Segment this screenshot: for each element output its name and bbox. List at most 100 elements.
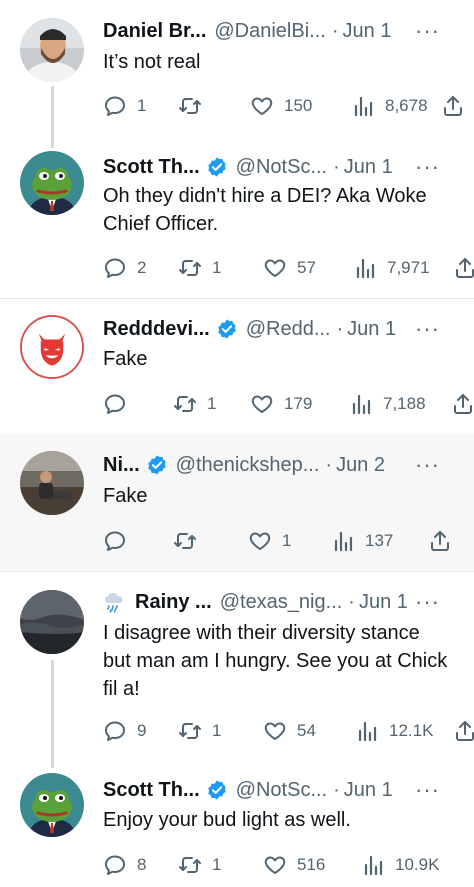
user-handle[interactable]: @DanielBi... (214, 20, 325, 43)
tweet-date[interactable]: Jun 1 (343, 20, 392, 43)
more-options-icon[interactable]: ··· (415, 154, 440, 180)
retweet-button[interactable]: 1 (178, 851, 221, 879)
retweet-icon (179, 98, 201, 114)
retweet-icon (174, 396, 196, 412)
like-button[interactable]: 150 (250, 92, 312, 120)
views-button[interactable]: 8,678 (351, 92, 428, 120)
avatar[interactable] (20, 315, 84, 379)
reply-icon (105, 531, 125, 551)
retweet-icon (174, 533, 196, 549)
verified-badge-icon (207, 157, 226, 177)
verified-badge-icon (207, 780, 226, 800)
heart-icon (249, 532, 271, 550)
analytics-bars-icon (364, 855, 383, 876)
share-button[interactable] (428, 527, 452, 555)
views-button[interactable]: 7,971 (353, 254, 430, 282)
user-handle[interactable]: @thenickshep... (176, 454, 320, 477)
tweet-actions: 1 150 8,678 (103, 92, 474, 120)
tweet-header: Redddevi... @Redd... · Jun 1 ··· (103, 316, 462, 342)
retweet-button[interactable] (178, 92, 212, 120)
user-handle[interactable]: @NotSc... (236, 779, 327, 802)
tweet-text: I disagree with their diversity stance b… (103, 622, 448, 700)
display-name[interactable]: Daniel Br... (103, 20, 206, 43)
display-name[interactable]: Rainy ... (135, 591, 212, 614)
views-button[interactable]: 137 (331, 527, 393, 555)
reply-button[interactable] (103, 527, 137, 555)
more-options-icon[interactable]: ··· (415, 316, 440, 342)
share-icon (444, 96, 462, 116)
tweet-actions: 1 179 7,188 (103, 390, 474, 418)
display-name[interactable]: Scott Th... (103, 779, 200, 802)
more-options-icon[interactable]: ··· (415, 18, 440, 44)
views-button[interactable]: 7,188 (349, 390, 426, 418)
views-button[interactable]: 12.1K (355, 717, 433, 745)
avatar[interactable] (20, 590, 84, 654)
reply-feed: Daniel Br... @DanielBi... · Jun 1 ··· It… (0, 0, 474, 887)
retweet-count: 1 (212, 258, 222, 277)
avatar[interactable] (20, 151, 84, 215)
tweet-text: Oh they didn't hire a DEI? Aka Woke Chie… (103, 185, 427, 235)
reply-button[interactable]: 9 (103, 717, 146, 745)
display-name[interactable]: Ni... (103, 454, 140, 477)
tweet[interactable]: Scott Th... @NotSc... · Jun 1 ··· Oh the… (0, 148, 474, 298)
avatar[interactable] (20, 18, 84, 82)
tweet[interactable]: Daniel Br... @DanielBi... · Jun 1 ··· It… (0, 0, 474, 148)
tweet[interactable]: Scott Th... @NotSc... · Jun 1 ··· Enjoy … (0, 768, 474, 887)
reply-button[interactable]: 2 (103, 254, 146, 282)
reply-button[interactable] (103, 390, 137, 418)
like-count: 54 (297, 721, 316, 740)
tweet-date[interactable]: Jun 1 (359, 591, 408, 614)
like-button[interactable]: 1 (248, 527, 291, 555)
like-button[interactable]: 179 (250, 390, 312, 418)
retweet-icon (179, 723, 201, 739)
share-icon (431, 531, 449, 551)
tweet-date[interactable]: Jun 1 (344, 156, 393, 179)
tweet[interactable]: Rainy ... @texas_nig... · Jun 1 ··· I di… (0, 572, 474, 768)
analytics-bars-icon (352, 394, 371, 415)
tweet-date[interactable]: Jun 1 (347, 318, 396, 341)
tweet-actions: 2 1 57 7,971 (103, 254, 474, 282)
retweet-icon (179, 260, 201, 276)
reply-count: 9 (137, 721, 147, 740)
reply-count: 1 (137, 96, 147, 115)
reply-button[interactable]: 1 (103, 92, 146, 120)
more-options-icon[interactable]: ··· (415, 589, 440, 615)
view-count: 12.1K (389, 721, 434, 740)
share-button[interactable] (453, 717, 474, 745)
reply-button[interactable]: 8 (103, 851, 146, 879)
tweet-text: It’s not real (103, 51, 201, 73)
verified-badge-icon (217, 319, 236, 339)
avatar[interactable] (20, 773, 84, 837)
reply-icon (105, 721, 125, 741)
like-count: 1 (282, 531, 292, 550)
tweet-date[interactable]: Jun 2 (336, 454, 385, 477)
like-button[interactable]: 57 (263, 254, 316, 282)
retweet-button[interactable]: 1 (178, 717, 221, 745)
share-button[interactable] (451, 390, 474, 418)
views-button[interactable]: 10.9K (361, 851, 439, 879)
retweet-button[interactable]: 1 (178, 254, 221, 282)
display-name[interactable]: Scott Th... (103, 156, 200, 179)
like-count: 516 (297, 855, 326, 874)
more-options-icon[interactable]: ··· (415, 777, 440, 803)
avatar[interactable] (20, 451, 84, 515)
user-handle[interactable]: @NotSc... (236, 156, 327, 179)
heart-icon (264, 259, 286, 277)
share-button[interactable] (441, 92, 465, 120)
like-button[interactable]: 54 (263, 717, 316, 745)
share-button[interactable] (453, 254, 474, 282)
display-name[interactable]: Redddevi... (103, 318, 210, 341)
heart-icon (264, 856, 286, 874)
user-handle[interactable]: @Redd... (246, 318, 331, 341)
retweet-button[interactable] (173, 527, 207, 555)
more-options-icon[interactable]: ··· (415, 452, 440, 478)
like-button[interactable]: 516 (263, 851, 325, 879)
tweet[interactable]: Ni... @thenickshep... · Jun 2 ··· Fake 1 (0, 434, 474, 571)
retweet-button[interactable]: 1 (173, 390, 216, 418)
user-handle[interactable]: @texas_nig... (220, 591, 343, 614)
tweet-actions: 1 137 (103, 527, 474, 555)
tweet-date[interactable]: Jun 1 (344, 779, 393, 802)
reply-count: 2 (137, 258, 147, 277)
separator-dot: · (333, 155, 340, 178)
tweet[interactable]: Redddevi... @Redd... · Jun 1 ··· Fake 1 … (0, 299, 474, 434)
